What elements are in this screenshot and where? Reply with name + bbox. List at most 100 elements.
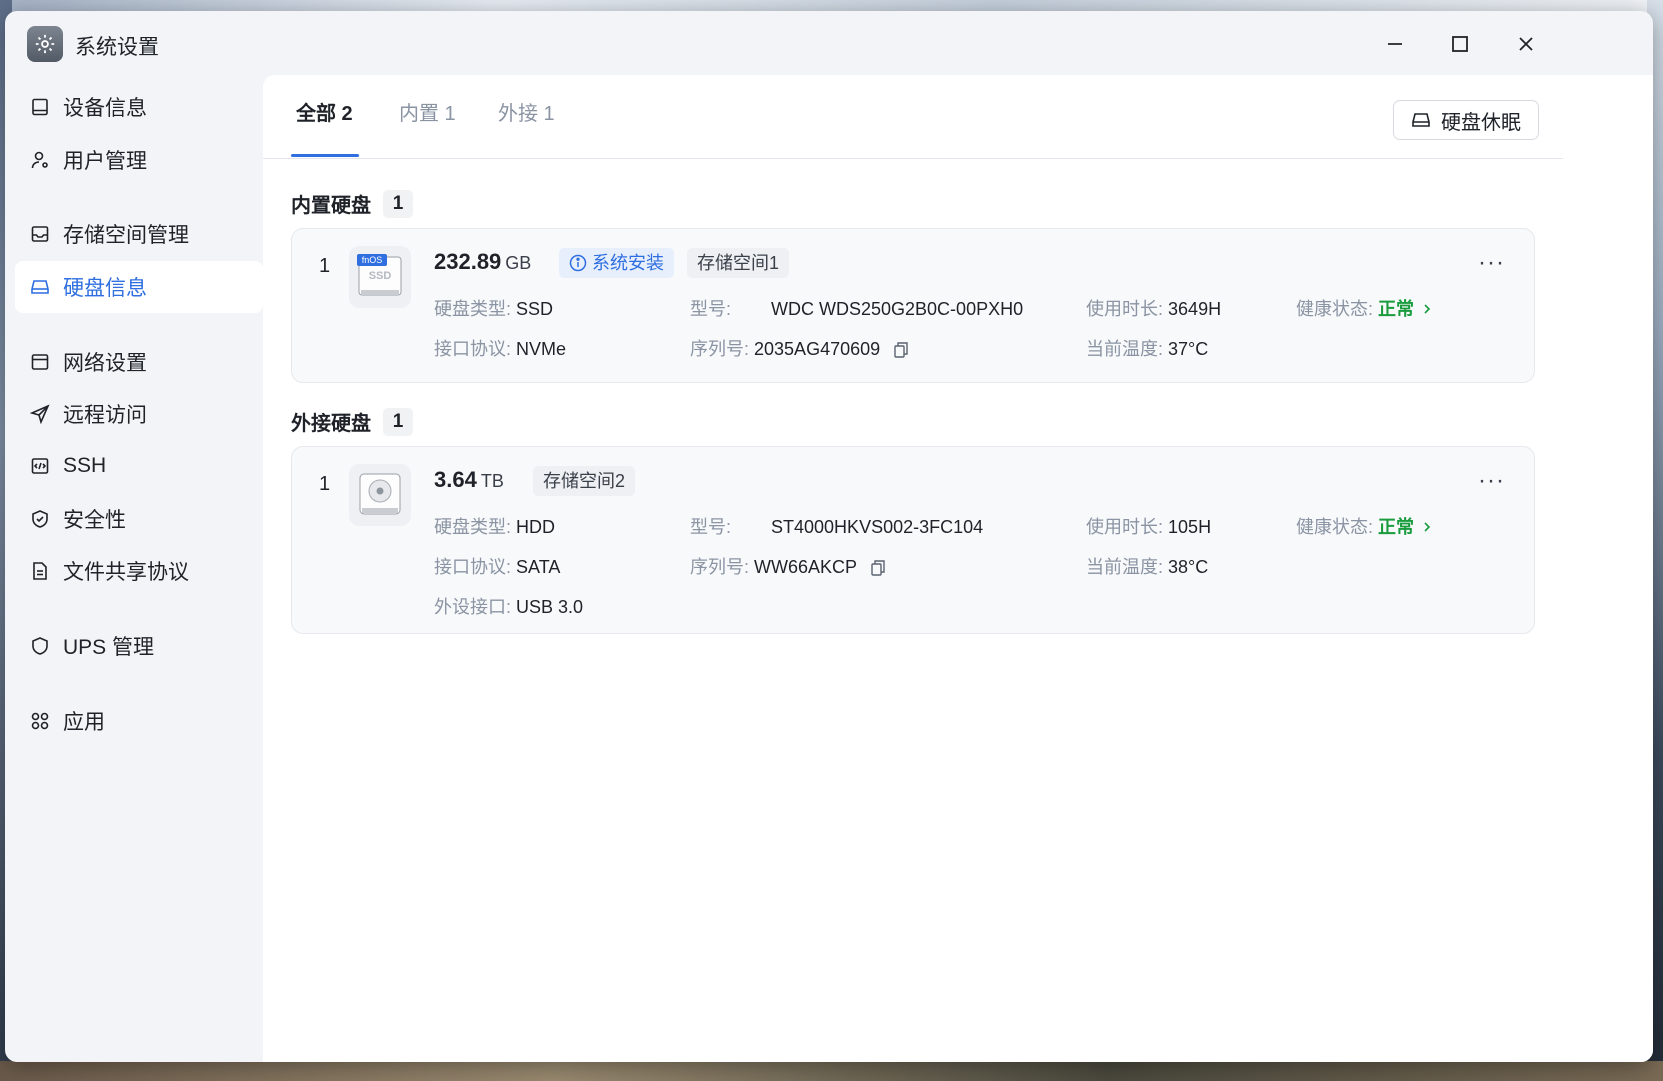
- field-label: 序列号:: [690, 557, 750, 577]
- sidebar-item-network[interactable]: 网络设置: [15, 336, 263, 388]
- disk-model-field: 型号: ST4000HKVS002-3FC104: [690, 513, 983, 539]
- sidebar-item-disk-info[interactable]: 硬盘信息: [15, 261, 263, 313]
- capacity-unit: GB: [505, 253, 532, 273]
- interface-field: 接口协议: NVMe: [434, 335, 566, 361]
- disk-model-field: 型号: WDC WDS250G2B0C-00PXH0: [690, 295, 1023, 321]
- copy-icon[interactable]: [892, 341, 910, 359]
- interface-field: 接口协议: SATA: [434, 553, 560, 579]
- sidebar-item-label: 硬盘信息: [63, 277, 147, 300]
- capacity-value: 232.89: [434, 249, 502, 274]
- close-button[interactable]: [1511, 29, 1541, 59]
- sidebar-item-label: 安全性: [63, 509, 126, 532]
- tab-all[interactable]: 全部 2: [296, 97, 353, 126]
- sidebar-item-ups[interactable]: UPS 管理: [15, 620, 263, 672]
- fnos-logo-text: fnOS: [362, 255, 383, 265]
- title-bar: 系统设置: [5, 11, 1653, 75]
- maximize-icon: [1452, 36, 1468, 52]
- sidebar-item-label: UPS 管理: [63, 636, 155, 659]
- info-icon: [569, 254, 587, 272]
- tag-label: 系统安装: [592, 253, 664, 273]
- serial-field: 序列号: WW66AKCP: [690, 553, 887, 579]
- hdd-drive-icon: [349, 464, 411, 526]
- health-value: 正常: [1378, 299, 1415, 319]
- sidebar-item-file-sharing[interactable]: 文件共享协议: [15, 545, 263, 597]
- sidebar-item-apps[interactable]: 应用: [15, 695, 263, 747]
- window-title: 系统设置: [75, 36, 159, 59]
- send-icon: [29, 403, 51, 425]
- field-label: 硬盘类型:: [434, 299, 512, 319]
- disk-icon: [29, 276, 51, 298]
- field-value: 2035AG470609: [754, 339, 881, 359]
- field-label: 序列号:: [690, 339, 750, 359]
- device-icon: [29, 96, 51, 118]
- field-label: 接口协议:: [434, 339, 512, 359]
- field-value: HDD: [516, 517, 556, 537]
- disk-card-hdd[interactable]: 1 3.64 TB 存储空间2 ··· 硬盘类型: HDD 型号: ST4000HK…: [291, 446, 1535, 634]
- shield-icon: [29, 635, 51, 657]
- tab-external[interactable]: 外接 1: [498, 97, 555, 126]
- disk-card-ssd[interactable]: 1 fnOS SSD 232.89 GB 系统安装 存储空间1 ··· 硬盘类型:…: [291, 228, 1535, 383]
- health-status-link[interactable]: 健康状态: 正常: [1296, 513, 1432, 539]
- tab-internal[interactable]: 内置 1: [399, 97, 456, 126]
- copy-icon[interactable]: [869, 559, 887, 577]
- health-status-link[interactable]: 健康状态: 正常: [1296, 295, 1432, 321]
- field-value: SATA: [516, 557, 561, 577]
- maximize-button[interactable]: [1445, 29, 1475, 59]
- document-icon: [29, 560, 51, 582]
- close-icon: [1519, 37, 1533, 51]
- shield-check-icon: [29, 508, 51, 530]
- sidebar-item-remote-access[interactable]: 远程访问: [15, 388, 263, 440]
- minimize-button[interactable]: [1380, 29, 1410, 59]
- sidebar-item-label: SSH: [63, 454, 107, 477]
- field-label: 当前温度:: [1086, 557, 1164, 577]
- sidebar-item-ssh[interactable]: SSH: [15, 440, 263, 492]
- sidebar-item-device-info[interactable]: 设备信息: [15, 81, 263, 133]
- field-label: 使用时长:: [1086, 299, 1164, 319]
- sidebar-item-label: 网络设置: [63, 352, 147, 375]
- section-external-disks: 外接硬盘 1: [291, 407, 413, 436]
- disk-index: 1: [319, 255, 331, 277]
- section-internal-disks: 内置硬盘 1: [291, 189, 413, 218]
- storage-pool-tag: 存储空间2: [533, 466, 636, 496]
- field-label: 型号:: [690, 299, 732, 319]
- disk-sleep-button[interactable]: 硬盘休眠: [1393, 100, 1539, 140]
- temperature-field: 当前温度: 37°C: [1086, 335, 1208, 361]
- sidebar-item-security[interactable]: 安全性: [15, 493, 263, 545]
- field-label: 外设接口:: [434, 597, 512, 617]
- sidebar-item-label: 文件共享协议: [63, 561, 189, 584]
- field-value: 105H: [1168, 517, 1212, 537]
- more-options-button[interactable]: ···: [1478, 249, 1505, 277]
- field-value: 3649H: [1168, 299, 1222, 319]
- apps-icon: [29, 710, 51, 732]
- field-value: WW66AKCP: [754, 557, 858, 577]
- capacity-unit: TB: [480, 471, 504, 491]
- field-label: 型号:: [690, 517, 732, 537]
- field-label: 硬盘类型:: [434, 517, 512, 537]
- desktop-background-bottom: [0, 1061, 1663, 1081]
- chevron-right-icon: [1424, 304, 1431, 314]
- ssd-label-text: SSD: [369, 270, 392, 282]
- settings-window: 系统设置 设备信息 用户管理 存储空间管理 硬盘信息 网络设置 远程访问 SSH…: [5, 11, 1653, 1062]
- count-badge: 1: [383, 407, 413, 436]
- field-label: 健康状态:: [1296, 299, 1374, 319]
- field-value: ST4000HKVS002-3FC104: [771, 517, 984, 537]
- section-title: 内置硬盘: [291, 195, 371, 217]
- sidebar-item-user-management[interactable]: 用户管理: [15, 134, 263, 186]
- field-value: SSD: [516, 299, 554, 319]
- disk-type-field: 硬盘类型: HDD: [434, 513, 555, 539]
- more-options-button[interactable]: ···: [1478, 467, 1505, 495]
- system-install-tag: 系统安装: [559, 248, 674, 278]
- capacity-value: 3.64: [434, 467, 477, 492]
- field-value: USB 3.0: [516, 597, 584, 617]
- ssd-drive-icon: fnOS SSD: [349, 246, 411, 308]
- disk-capacity: 232.89 GB: [434, 249, 531, 275]
- sidebar-item-label: 用户管理: [63, 150, 147, 173]
- user-settings-icon: [29, 149, 51, 171]
- disk-icon: [1412, 113, 1430, 127]
- peripheral-port-field: 外设接口: USB 3.0: [434, 593, 583, 619]
- main-panel: 全部 2 内置 1 外接 1 硬盘休眠 内置硬盘 1 1 fnOS SSD 23…: [263, 75, 1653, 1062]
- tab-bar: 全部 2 内置 1 外接 1: [263, 75, 1563, 159]
- field-label: 接口协议:: [434, 557, 512, 577]
- settings-gear-icon: [27, 26, 63, 62]
- sidebar-item-storage[interactable]: 存储空间管理: [15, 208, 263, 260]
